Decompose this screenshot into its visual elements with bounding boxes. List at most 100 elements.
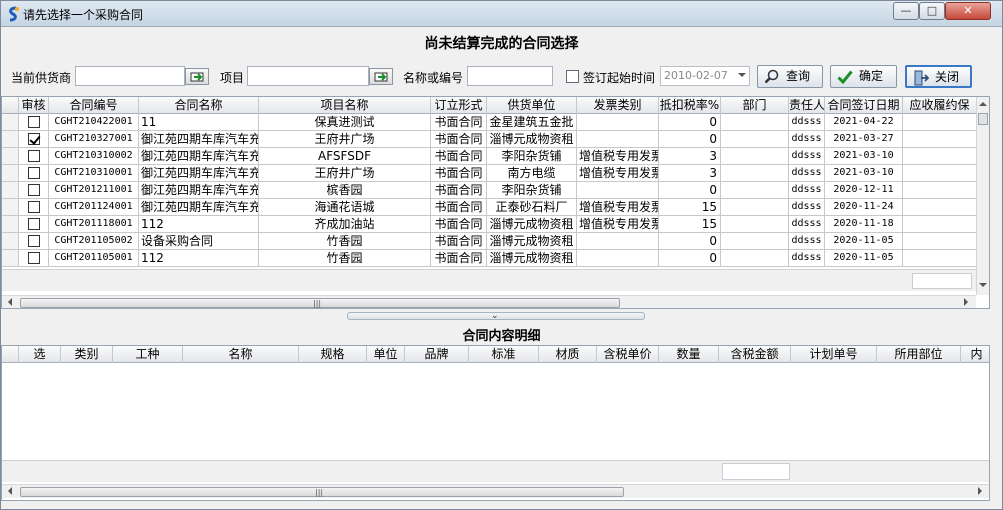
table-row[interactable]: CGHT201211001 御江苑四期车库汽车充 槟香园 书面合同 李阳杂货铺 0 ddss… [2, 182, 977, 199]
column-header[interactable]: 材质 [539, 346, 597, 363]
cell-date: 2020-12-11 [825, 182, 903, 199]
column-header[interactable]: 工种 [113, 346, 183, 363]
scroll-grip: ||| [313, 299, 322, 308]
row-selector[interactable] [2, 148, 19, 165]
column-header[interactable]: 供货单位 [487, 97, 577, 114]
column-header[interactable]: 部门 [721, 97, 789, 114]
contracts-summary-cell [912, 273, 972, 289]
review-checkbox[interactable] [28, 235, 40, 247]
review-checkbox-cell[interactable] [19, 114, 49, 131]
column-header[interactable]: 审核 [19, 97, 49, 114]
query-button[interactable]: 查询 [757, 65, 823, 88]
column-header[interactable]: 含税金额 [719, 346, 791, 363]
column-header[interactable]: 合同编号 [49, 97, 139, 114]
column-header[interactable]: 所用部位 [877, 346, 961, 363]
table-row[interactable]: CGHT201118001 112 齐成加油站 书面合同 淄博元成物资租 增值税专用发票 1… [2, 216, 977, 233]
review-checkbox[interactable] [28, 167, 40, 179]
column-header[interactable]: 标准 [469, 346, 539, 363]
column-header[interactable]: 责任人 [789, 97, 825, 114]
review-checkbox[interactable] [28, 218, 40, 230]
table-row[interactable]: CGHT201105002 设备采购合同 竹香园 书面合同 淄博元成物资租 0 ddsss 2… [2, 233, 977, 250]
project-browse-button[interactable] [369, 68, 393, 85]
review-checkbox[interactable] [28, 184, 40, 196]
table-row[interactable]: CGHT210422001 11 保真进测试 书面合同 金星建筑五金批 0 ddsss 202… [2, 114, 977, 131]
table-row[interactable]: CGHT201105001 112 竹香园 书面合同 淄博元成物资租 0 ddsss 2020… [2, 250, 977, 267]
sign-start-date-picker[interactable]: 2010-02-07 [660, 66, 750, 86]
column-header[interactable]: 规格 [299, 346, 367, 363]
column-header[interactable]: 合同名称 [139, 97, 259, 114]
review-checkbox-cell[interactable] [19, 199, 49, 216]
column-header[interactable]: 选 [19, 346, 61, 363]
review-checkbox-cell[interactable] [19, 165, 49, 182]
cell-code: CGHT210422001 [49, 114, 139, 131]
scroll-down-arrow-icon[interactable] [979, 283, 987, 287]
row-selector[interactable] [2, 114, 19, 131]
supplier-browse-button[interactable] [185, 68, 209, 85]
cell-supplier: 淄博元成物资租 [487, 216, 577, 233]
close-button[interactable]: 关闭 [905, 65, 972, 88]
column-header[interactable]: 订立形式 [431, 97, 487, 114]
cell-form: 书面合同 [431, 165, 487, 182]
column-header[interactable]: 计划单号 [791, 346, 877, 363]
name-code-input[interactable] [467, 66, 553, 86]
row-selector[interactable] [2, 250, 19, 267]
table-row[interactable]: CGHT201124001 御江苑四期车库汽车充 海通花语城 书面合同 正泰砂石料厂 增值… [2, 199, 977, 216]
scroll-left-arrow-icon[interactable] [8, 298, 12, 306]
review-checkbox-cell[interactable] [19, 233, 49, 250]
table-row[interactable]: CGHT210327001 御江苑四期车库汽车充 王府井广场 书面合同 淄博元成物资租 0… [2, 131, 977, 148]
close-window-button[interactable]: ✕ [945, 2, 991, 20]
column-header[interactable]: 数量 [659, 346, 719, 363]
contracts-horizontal-scrollbar[interactable]: ||| [2, 295, 976, 308]
table-row[interactable]: CGHT210310002 御江苑四期车库汽车充 AFSFSDF 书面合同 李阳杂货铺增… [2, 148, 977, 165]
review-checkbox[interactable] [28, 150, 40, 162]
column-header[interactable]: 项目名称 [259, 97, 431, 114]
cell-supplier: 淄博元成物资租 [487, 131, 577, 148]
cell-date: 2020-11-18 [825, 216, 903, 233]
review-checkbox-cell[interactable] [19, 148, 49, 165]
cell-name: 112 [139, 216, 259, 233]
horizontal-scroll-thumb[interactable]: ||| [20, 487, 624, 497]
column-header[interactable]: 名称 [183, 346, 299, 363]
column-header[interactable]: 品牌 [405, 346, 469, 363]
sign-start-checkbox[interactable] [566, 70, 579, 83]
review-checkbox-cell[interactable] [19, 131, 49, 148]
review-checkbox[interactable] [28, 252, 40, 264]
review-checkbox[interactable] [28, 133, 40, 145]
minimize-button[interactable]: — [893, 2, 919, 20]
scroll-up-arrow-icon[interactable] [979, 102, 987, 106]
column-header[interactable]: 应收履约保 [903, 97, 977, 114]
cell-name: 御江苑四期车库汽车充 [139, 182, 259, 199]
row-selector[interactable] [2, 182, 19, 199]
review-checkbox[interactable] [28, 201, 40, 213]
contracts-vertical-scrollbar[interactable] [976, 97, 989, 295]
cell-code: CGHT201118001 [49, 216, 139, 233]
supplier-input[interactable] [75, 66, 185, 86]
scroll-right-arrow-icon[interactable] [964, 298, 968, 306]
review-checkbox-cell[interactable] [19, 216, 49, 233]
panel-splitter[interactable]: ⌄ [347, 311, 645, 321]
row-selector[interactable] [2, 165, 19, 182]
maximize-button[interactable]: □ [919, 2, 945, 20]
column-header[interactable]: 含税单价 [597, 346, 659, 363]
row-selector[interactable] [2, 131, 19, 148]
column-header[interactable]: 内 [961, 346, 989, 363]
column-header[interactable]: 发票类别 [577, 97, 659, 114]
column-header[interactable]: 合同签订日期 [825, 97, 903, 114]
project-input[interactable] [247, 66, 369, 86]
detail-horizontal-scrollbar[interactable]: ||| [2, 484, 989, 498]
review-checkbox-cell[interactable] [19, 250, 49, 267]
scroll-right-arrow-icon[interactable] [978, 487, 982, 495]
column-header[interactable]: 抵扣税率% [659, 97, 721, 114]
vertical-scroll-thumb[interactable] [978, 113, 988, 125]
row-selector[interactable] [2, 233, 19, 250]
column-header[interactable]: 单位 [367, 346, 405, 363]
scroll-left-arrow-icon[interactable] [8, 487, 12, 495]
row-selector[interactable] [2, 199, 19, 216]
review-checkbox[interactable] [28, 116, 40, 128]
confirm-button[interactable]: 确定 [830, 65, 897, 88]
table-row[interactable]: CGHT210310001 御江苑四期车库汽车充 王府井广场 书面合同 南方电缆 增值税专… [2, 165, 977, 182]
column-header[interactable]: 类别 [61, 346, 113, 363]
review-checkbox-cell[interactable] [19, 182, 49, 199]
row-selector[interactable] [2, 216, 19, 233]
horizontal-scroll-thumb[interactable]: ||| [20, 298, 620, 308]
